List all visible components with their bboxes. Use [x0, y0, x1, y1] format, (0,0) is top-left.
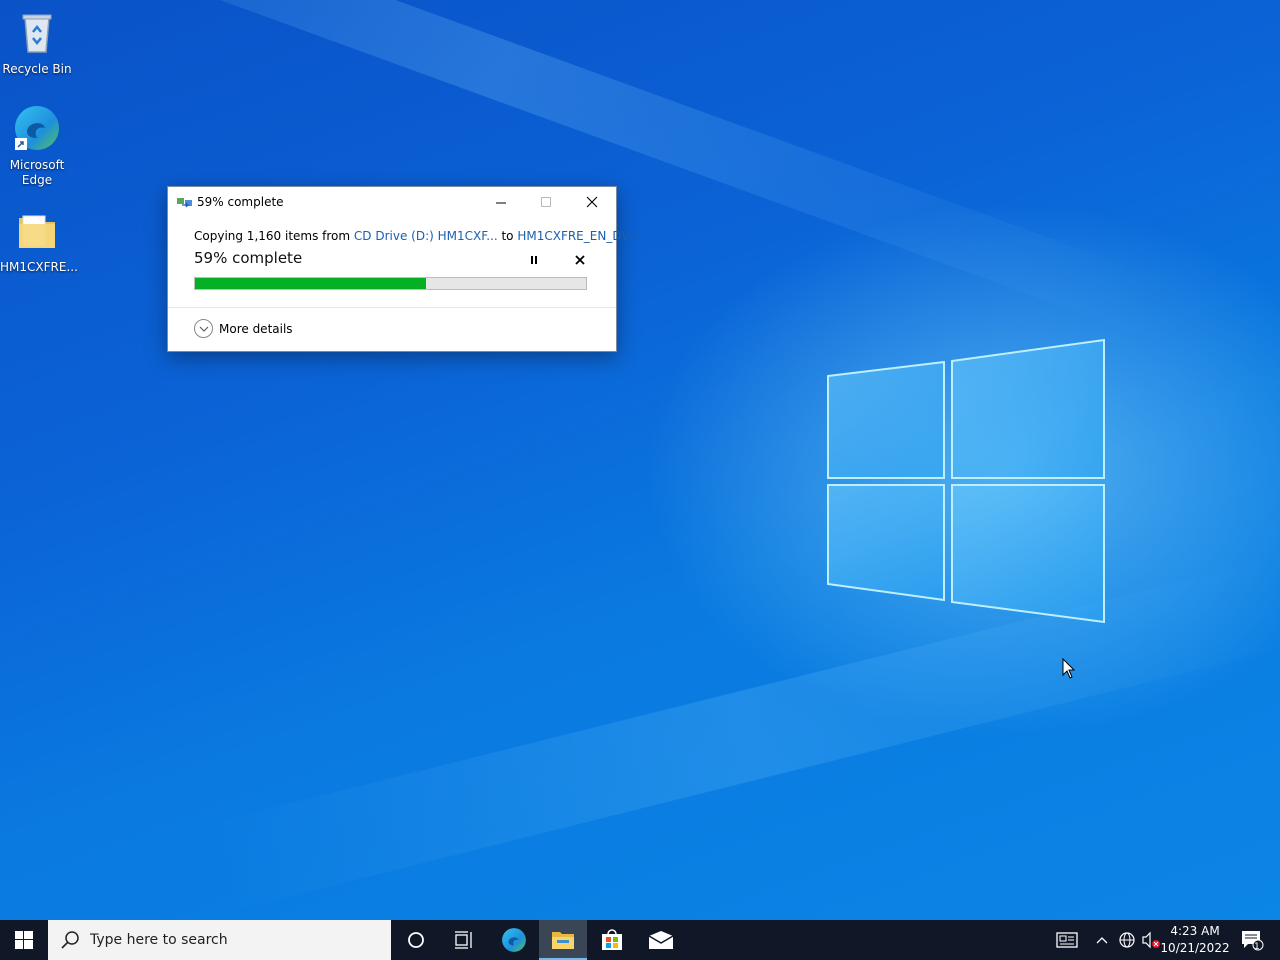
search-placeholder: Type here to search — [90, 932, 228, 948]
mouse-cursor-icon — [1062, 658, 1076, 679]
news-and-interests-button[interactable] — [1050, 920, 1084, 960]
action-center-button[interactable]: 1 — [1232, 920, 1272, 960]
edge-icon — [502, 928, 526, 952]
clock-date: 10/21/2022 — [1160, 941, 1230, 955]
search-icon — [61, 931, 79, 949]
volume-muted-icon — [1142, 931, 1160, 949]
copy-progress-dialog: 59% complete Copying 1,160 items from CD… — [167, 186, 639, 352]
show-hidden-icons-button[interactable] — [1092, 920, 1112, 960]
taskbar-edge-button[interactable] — [490, 920, 538, 960]
copy-prefix: Copying 1,160 items from — [194, 229, 354, 243]
file-copy-icon — [177, 198, 192, 208]
source-link[interactable]: CD Drive (D:) HM1CXF... — [354, 229, 498, 243]
close-icon — [586, 196, 598, 208]
chevron-up-icon — [1096, 937, 1108, 944]
task-view-icon — [455, 931, 472, 949]
volume-button[interactable] — [1140, 920, 1162, 960]
more-details-toggle[interactable]: More details — [194, 319, 293, 338]
taskbar-mail-button[interactable] — [637, 920, 685, 960]
mail-icon — [648, 931, 674, 949]
progress-bar — [194, 277, 587, 290]
desktop-icon-microsoft-edge[interactable]: Microsoft Edge — [0, 104, 74, 188]
notification-icon — [1242, 931, 1264, 951]
file-explorer-icon — [552, 932, 574, 949]
to-word: to — [497, 229, 518, 243]
maximize-icon — [540, 196, 551, 207]
pause-button[interactable] — [524, 251, 544, 269]
task-view-button[interactable] — [440, 920, 488, 960]
clock-button[interactable]: 4:23 AM 10/21/2022 — [1160, 920, 1229, 960]
taskbar-store-button[interactable] — [588, 920, 636, 960]
desktop-icon-recycle-bin[interactable]: Recycle Bin — [0, 8, 74, 77]
more-details-label: More details — [219, 321, 293, 336]
taskbar: Type here to search 4:23 AM 10/21/2022 1 — [0, 920, 1280, 960]
network-globe-icon — [1119, 932, 1135, 948]
clock-time: 4:23 AM — [1170, 924, 1220, 938]
cancel-copy-button[interactable] — [570, 251, 590, 269]
desktop-icon-folder[interactable]: HM1CXFRE... — [0, 206, 78, 275]
minimize-icon — [495, 202, 506, 203]
dialog-title: 59% complete — [197, 195, 284, 209]
dialog-divider — [168, 307, 616, 308]
news-icon — [1056, 932, 1078, 948]
dialog-titlebar[interactable]: 59% complete — [168, 187, 616, 217]
progress-bar-fill — [195, 278, 426, 289]
copy-description: Copying 1,160 items from CD Drive (D:) H… — [194, 229, 639, 243]
folder-icon — [19, 215, 55, 248]
windows-logo-wallpaper — [827, 338, 1105, 624]
chevron-down-icon — [194, 319, 213, 338]
progress-status: 59% complete — [194, 249, 303, 267]
desktop-icon-label: HM1CXFRE... — [0, 260, 78, 274]
maximize-button — [523, 187, 569, 217]
notification-count: 1 — [1254, 942, 1260, 952]
minimize-button[interactable] — [478, 187, 524, 217]
light-beam — [205, 558, 1280, 912]
start-button[interactable] — [0, 920, 48, 960]
recycle-bin-icon — [22, 14, 52, 53]
windows-start-icon — [15, 931, 33, 949]
store-icon — [602, 929, 622, 950]
cortana-icon — [408, 932, 424, 948]
taskbar-file-explorer-button[interactable] — [539, 920, 587, 960]
edge-icon — [15, 106, 59, 150]
taskbar-search-box[interactable]: Type here to search — [48, 920, 391, 960]
cortana-button[interactable] — [392, 920, 440, 960]
destination-link[interactable]: HM1CXFRE_EN_DVD — [517, 229, 638, 243]
network-button[interactable] — [1115, 920, 1139, 960]
desktop-icon-label: Recycle Bin — [2, 62, 72, 76]
desktop-icon-label: Microsoft Edge — [9, 158, 65, 187]
close-button[interactable] — [569, 187, 615, 217]
